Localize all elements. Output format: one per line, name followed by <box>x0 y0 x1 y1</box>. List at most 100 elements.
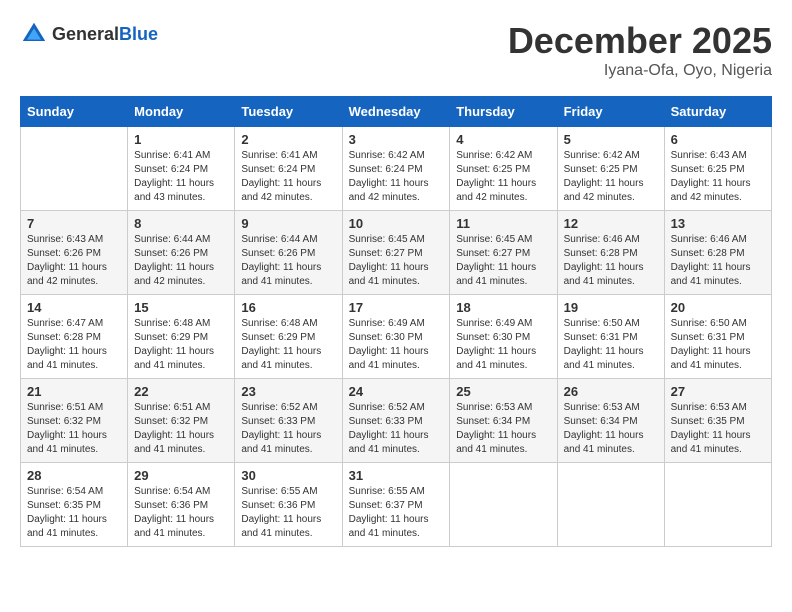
day-info: Sunrise: 6:51 AM Sunset: 6:32 PM Dayligh… <box>134 401 228 457</box>
day-number: 1 <box>134 132 228 147</box>
day-info: Sunrise: 6:43 AM Sunset: 6:25 PM Dayligh… <box>671 149 765 205</box>
day-number: 21 <box>27 384 121 399</box>
day-number: 20 <box>671 300 765 315</box>
day-number: 28 <box>27 468 121 483</box>
day-info: Sunrise: 6:47 AM Sunset: 6:28 PM Dayligh… <box>27 317 121 373</box>
day-number: 6 <box>671 132 765 147</box>
day-info: Sunrise: 6:42 AM Sunset: 6:25 PM Dayligh… <box>456 149 550 205</box>
calendar-cell: 31 Sunrise: 6:55 AM Sunset: 6:37 PM Dayli… <box>342 463 450 547</box>
day-number: 12 <box>564 216 658 231</box>
weekday-header-row: SundayMondayTuesdayWednesdayThursdayFrid… <box>21 97 772 127</box>
day-number: 29 <box>134 468 228 483</box>
day-info: Sunrise: 6:46 AM Sunset: 6:28 PM Dayligh… <box>671 233 765 289</box>
day-number: 13 <box>671 216 765 231</box>
day-info: Sunrise: 6:53 AM Sunset: 6:35 PM Dayligh… <box>671 401 765 457</box>
calendar-cell <box>450 463 557 547</box>
weekday-header-tuesday: Tuesday <box>235 97 342 127</box>
day-number: 15 <box>134 300 228 315</box>
title-block: December 2025 Iyana-Ofa, Oyo, Nigeria <box>508 20 772 80</box>
calendar-cell: 27Sunrise: 6:53 AM Sunset: 6:35 PM Dayli… <box>664 379 771 463</box>
day-info: Sunrise: 6:45 AM Sunset: 6:27 PM Dayligh… <box>349 233 444 289</box>
day-number: 30 <box>241 468 335 483</box>
calendar-cell: 8 Sunrise: 6:44 AM Sunset: 6:26 PM Daylig… <box>128 211 235 295</box>
day-number: 23 <box>241 384 335 399</box>
day-number: 22 <box>134 384 228 399</box>
calendar-cell: 7Sunrise: 6:43 AM Sunset: 6:26 PM Daylig… <box>21 211 128 295</box>
weekday-header-saturday: Saturday <box>664 97 771 127</box>
page-header: GeneralBlue December 2025 Iyana-Ofa, Oyo… <box>20 20 772 80</box>
day-info: Sunrise: 6:50 AM Sunset: 6:31 PM Dayligh… <box>671 317 765 373</box>
day-info: Sunrise: 6:52 AM Sunset: 6:33 PM Dayligh… <box>241 401 335 457</box>
weekday-header-friday: Friday <box>557 97 664 127</box>
calendar-week-row: 7Sunrise: 6:43 AM Sunset: 6:26 PM Daylig… <box>21 211 772 295</box>
month-title: December 2025 <box>508 20 772 62</box>
day-number: 5 <box>564 132 658 147</box>
calendar-cell <box>557 463 664 547</box>
day-info: Sunrise: 6:42 AM Sunset: 6:24 PM Dayligh… <box>349 149 444 205</box>
day-info: Sunrise: 6:44 AM Sunset: 6:26 PM Dayligh… <box>241 233 335 289</box>
day-number: 25 <box>456 384 550 399</box>
day-info: Sunrise: 6:48 AM Sunset: 6:29 PM Dayligh… <box>134 317 228 373</box>
day-info: Sunrise: 6:41 AM Sunset: 6:24 PM Dayligh… <box>134 149 228 205</box>
day-info: Sunrise: 6:54 AM Sunset: 6:35 PM Dayligh… <box>27 485 121 541</box>
calendar-cell: 25Sunrise: 6:53 AM Sunset: 6:34 PM Dayli… <box>450 379 557 463</box>
day-number: 19 <box>564 300 658 315</box>
day-info: Sunrise: 6:49 AM Sunset: 6:30 PM Dayligh… <box>349 317 444 373</box>
calendar-cell: 17 Sunrise: 6:49 AM Sunset: 6:30 PM Dayli… <box>342 295 450 379</box>
day-number: 26 <box>564 384 658 399</box>
location-title: Iyana-Ofa, Oyo, Nigeria <box>508 62 772 80</box>
day-info: Sunrise: 6:46 AM Sunset: 6:28 PM Dayligh… <box>564 233 658 289</box>
day-number: 17 <box>349 300 444 315</box>
day-info: Sunrise: 6:53 AM Sunset: 6:34 PM Dayligh… <box>564 401 658 457</box>
calendar-cell: 1 Sunrise: 6:41 AM Sunset: 6:24 PM Daylig… <box>128 127 235 211</box>
weekday-header-monday: Monday <box>128 97 235 127</box>
day-number: 9 <box>241 216 335 231</box>
calendar-cell: 23 Sunrise: 6:52 AM Sunset: 6:33 PM Dayli… <box>235 379 342 463</box>
day-info: Sunrise: 6:44 AM Sunset: 6:26 PM Dayligh… <box>134 233 228 289</box>
calendar-week-row: 21 Sunrise: 6:51 AM Sunset: 6:32 PM Dayli… <box>21 379 772 463</box>
calendar-table: SundayMondayTuesdayWednesdayThursdayFrid… <box>20 96 772 547</box>
calendar-cell: 4 Sunrise: 6:42 AM Sunset: 6:25 PM Daylig… <box>450 127 557 211</box>
weekday-header-wednesday: Wednesday <box>342 97 450 127</box>
weekday-header-thursday: Thursday <box>450 97 557 127</box>
logo-icon <box>20 20 48 48</box>
day-number: 14 <box>27 300 121 315</box>
calendar-cell: 29 Sunrise: 6:54 AM Sunset: 6:36 PM Dayli… <box>128 463 235 547</box>
day-number: 3 <box>349 132 444 147</box>
calendar-cell: 15 Sunrise: 6:48 AM Sunset: 6:29 PM Dayli… <box>128 295 235 379</box>
calendar-week-row: 1 Sunrise: 6:41 AM Sunset: 6:24 PM Daylig… <box>21 127 772 211</box>
calendar-cell <box>21 127 128 211</box>
day-info: Sunrise: 6:41 AM Sunset: 6:24 PM Dayligh… <box>241 149 335 205</box>
calendar-cell: 11Sunrise: 6:45 AM Sunset: 6:27 PM Dayli… <box>450 211 557 295</box>
calendar-cell: 12 Sunrise: 6:46 AM Sunset: 6:28 PM Dayli… <box>557 211 664 295</box>
calendar-cell: 30 Sunrise: 6:55 AM Sunset: 6:36 PM Dayli… <box>235 463 342 547</box>
logo: GeneralBlue <box>20 20 158 48</box>
day-info: Sunrise: 6:55 AM Sunset: 6:37 PM Dayligh… <box>349 485 444 541</box>
day-info: Sunrise: 6:50 AM Sunset: 6:31 PM Dayligh… <box>564 317 658 373</box>
logo-text-blue: Blue <box>119 24 158 44</box>
day-number: 8 <box>134 216 228 231</box>
day-info: Sunrise: 6:49 AM Sunset: 6:30 PM Dayligh… <box>456 317 550 373</box>
day-info: Sunrise: 6:48 AM Sunset: 6:29 PM Dayligh… <box>241 317 335 373</box>
calendar-cell: 20 Sunrise: 6:50 AM Sunset: 6:31 PM Dayli… <box>664 295 771 379</box>
calendar-cell: 21 Sunrise: 6:51 AM Sunset: 6:32 PM Dayli… <box>21 379 128 463</box>
day-number: 4 <box>456 132 550 147</box>
calendar-cell: 26 Sunrise: 6:53 AM Sunset: 6:34 PM Dayli… <box>557 379 664 463</box>
calendar-cell: 10Sunrise: 6:45 AM Sunset: 6:27 PM Dayli… <box>342 211 450 295</box>
day-number: 7 <box>27 216 121 231</box>
day-info: Sunrise: 6:51 AM Sunset: 6:32 PM Dayligh… <box>27 401 121 457</box>
logo-text-general: General <box>52 24 119 44</box>
calendar-cell: 14 Sunrise: 6:47 AM Sunset: 6:28 PM Dayli… <box>21 295 128 379</box>
day-number: 2 <box>241 132 335 147</box>
calendar-cell: 9 Sunrise: 6:44 AM Sunset: 6:26 PM Daylig… <box>235 211 342 295</box>
day-number: 31 <box>349 468 444 483</box>
calendar-week-row: 14 Sunrise: 6:47 AM Sunset: 6:28 PM Dayli… <box>21 295 772 379</box>
day-info: Sunrise: 6:42 AM Sunset: 6:25 PM Dayligh… <box>564 149 658 205</box>
calendar-cell <box>664 463 771 547</box>
calendar-cell: 2 Sunrise: 6:41 AM Sunset: 6:24 PM Daylig… <box>235 127 342 211</box>
day-info: Sunrise: 6:55 AM Sunset: 6:36 PM Dayligh… <box>241 485 335 541</box>
day-number: 18 <box>456 300 550 315</box>
calendar-cell: 3 Sunrise: 6:42 AM Sunset: 6:24 PM Daylig… <box>342 127 450 211</box>
calendar-cell: 5 Sunrise: 6:42 AM Sunset: 6:25 PM Daylig… <box>557 127 664 211</box>
day-info: Sunrise: 6:54 AM Sunset: 6:36 PM Dayligh… <box>134 485 228 541</box>
